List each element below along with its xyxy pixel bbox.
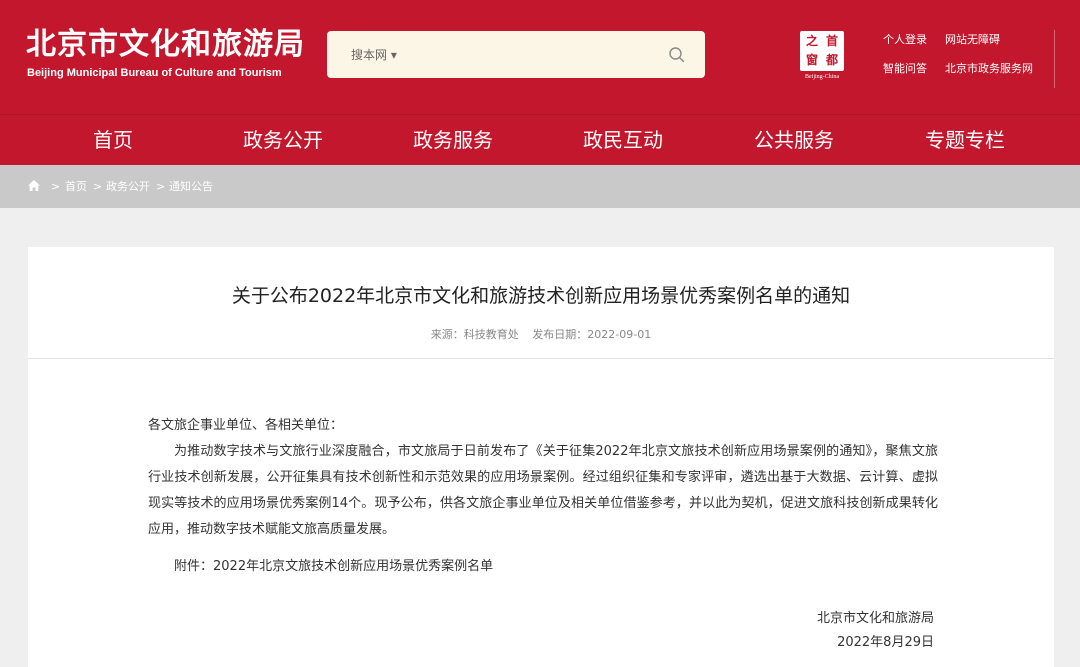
- signature-organization: 北京市文化和旅游局: [816, 611, 934, 626]
- seal-char: 窗: [805, 53, 818, 67]
- article-title: 关于公布2022年北京市文化和旅游技术创新应用场景优秀案例名单的通知: [231, 285, 851, 307]
- article-meta: 来源：科技教育处 发布日期：2022-09-01: [28, 327, 1054, 342]
- nav-item-topics[interactable]: 专题专栏: [880, 115, 1050, 166]
- article-date: 发布日期：2022-09-01: [532, 328, 652, 341]
- article-body: 各文旅企事业单位、各相关单位： 为推动数字技术与文旅行业深度融合，市文旅局于日前…: [148, 413, 938, 543]
- seal-char: 之: [805, 34, 818, 48]
- nav-item-gov-services[interactable]: 政务服务: [368, 115, 538, 166]
- breadcrumb-gov-affairs[interactable]: 政务公开: [106, 179, 150, 194]
- breadcrumb-notices[interactable]: 通知公告: [169, 179, 213, 194]
- signature-date: 2022年8月29日: [837, 635, 934, 650]
- breadcrumb-home[interactable]: 首页: [65, 179, 87, 194]
- main-nav: 首页 政务公开 政务服务 政民互动 公共服务 专题专栏: [0, 114, 1080, 165]
- search-icon[interactable]: [667, 45, 687, 65]
- header-divider: [1054, 30, 1055, 88]
- breadcrumb-separator: >: [156, 180, 166, 193]
- home-icon[interactable]: [27, 179, 41, 192]
- breadcrumb-separator: >: [93, 180, 103, 193]
- breadcrumb: > 首页 > 政务公开 > 通知公告: [0, 165, 1080, 208]
- gov-service-link[interactable]: 北京市政务服务网: [945, 62, 1033, 76]
- article-source: 来源：科技教育处: [430, 328, 519, 341]
- nav-item-gov-affairs[interactable]: 政务公开: [198, 115, 368, 166]
- search-input[interactable]: [417, 41, 647, 69]
- seal-char: 都: [825, 53, 838, 67]
- nav-item-home[interactable]: 首页: [28, 115, 198, 166]
- seal-subtitle: Beijing-China: [805, 74, 839, 80]
- site-header: 北京市文化和旅游局 Beijing Municipal Bureau of Cu…: [0, 0, 1080, 114]
- article-paragraph: 为推动数字技术与文旅行业深度融合，市文旅局于日前发布了《关于征集2022年北京文…: [148, 444, 938, 537]
- search-scope-dropdown[interactable]: 搜本网 ▾: [351, 47, 397, 63]
- attachment-link[interactable]: 附件：2022年北京文旅技术创新应用场景优秀案例名单: [174, 557, 493, 577]
- nav-item-public-services[interactable]: 公共服务: [709, 115, 879, 166]
- site-logo-subtitle: Beijing Municipal Bureau of Culture and …: [27, 67, 282, 79]
- seal-char: 首: [825, 34, 838, 48]
- article-panel: 关于公布2022年北京市文化和旅游技术创新应用场景优秀案例名单的通知 来源：科技…: [28, 247, 1054, 667]
- search-box: 搜本网 ▾: [327, 31, 705, 78]
- capital-window-seal[interactable]: 之 首 窗 都 Beijing-China: [798, 29, 846, 81]
- personal-login-link[interactable]: 个人登录: [883, 33, 927, 47]
- smart-qa-link[interactable]: 智能问答: [883, 62, 927, 76]
- article-salutation: 各文旅企事业单位、各相关单位：: [148, 418, 344, 433]
- site-logo-title[interactable]: 北京市文化和旅游局: [26, 27, 305, 63]
- accessibility-link[interactable]: 网站无障碍: [945, 33, 1000, 47]
- breadcrumb-separator: >: [51, 180, 61, 193]
- title-divider: [28, 358, 1054, 359]
- nav-item-interaction[interactable]: 政民互动: [538, 115, 708, 166]
- seal-box: 之 首 窗 都: [800, 31, 844, 71]
